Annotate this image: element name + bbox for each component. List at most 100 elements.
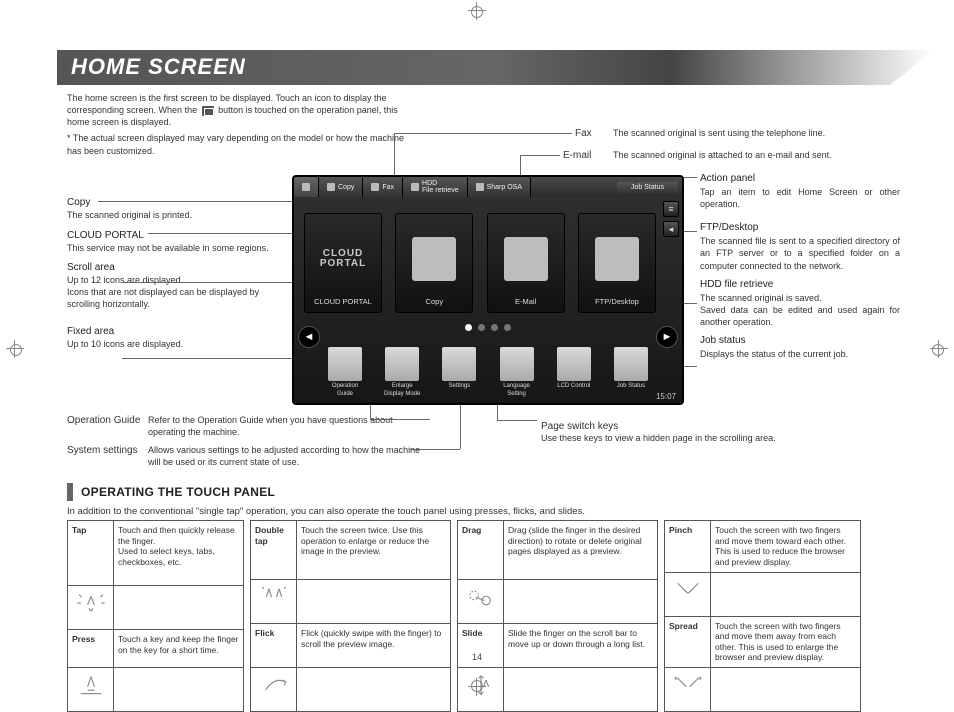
callout-email-title: E-mail <box>563 150 591 161</box>
tab-fax[interactable]: Fax <box>363 177 403 197</box>
callout-copy-desc: The scanned original is printed. <box>67 210 277 222</box>
gesture-name-pinch: Pinch <box>665 521 711 573</box>
page-next-button[interactable]: ► <box>656 326 678 348</box>
job-status-button[interactable]: Job Status <box>617 182 678 193</box>
leader <box>520 155 560 156</box>
dot <box>478 324 485 331</box>
brightness-icon <box>557 347 591 381</box>
leader <box>394 133 395 176</box>
fixed-label: Setting <box>507 391 526 397</box>
callout-email-desc: The scanned original is attached to an e… <box>613 150 832 160</box>
callout-hdd-title: HDD file retrieve <box>700 279 900 290</box>
section-heading: OPERATING THE TOUCH PANEL <box>67 483 275 501</box>
scroll-area: CLOUDPORTAL CLOUD PORTAL Copy E-Mail FTP… <box>304 211 656 315</box>
fixed-enlarge[interactable]: EnlargeDisplay Mode <box>379 347 425 397</box>
callout-fax-title: Fax <box>575 128 592 139</box>
cloud-text: PORTAL <box>320 259 366 269</box>
fixed-settings[interactable]: Settings <box>436 347 482 397</box>
hdd-icon <box>411 183 419 191</box>
page-dots <box>294 323 682 334</box>
fixed-label: LCD Control <box>557 383 590 389</box>
copy-icon <box>327 183 335 191</box>
press-icon <box>74 672 108 700</box>
home-icon <box>202 106 214 116</box>
callout-fixed-title: Fixed area <box>67 326 297 337</box>
callout-psk-title: Page switch keys <box>541 421 618 432</box>
callout-syssettings-title: System settings <box>67 445 138 456</box>
tile-copy[interactable]: Copy <box>395 213 473 313</box>
touch-panel-mockup: Copy Fax HDD File retrieve Sharp OSA Job… <box>292 175 684 405</box>
callout-opguide-title: Operation Guide <box>67 415 140 426</box>
fixed-label: Guide <box>337 391 353 397</box>
doubletap-icon <box>257 584 291 612</box>
tab-label: HDD File retrieve <box>422 180 459 194</box>
tile-label: E-Mail <box>515 297 536 306</box>
action-panel: ≡ ◂ <box>663 201 679 237</box>
fixed-area: Operation Guide EnlargeDisplay Mode Setti… <box>322 341 654 397</box>
tile-label: FTP/Desktop <box>595 297 639 306</box>
gesture-table-2: Double tap Touch the screen twice. Use t… <box>250 520 451 712</box>
dot-active <box>465 324 472 331</box>
callout-scroll-desc: Up to 12 icons are displayed. Icons that… <box>67 275 277 310</box>
fixed-opguide[interactable]: Operation Guide <box>322 347 368 397</box>
tab-label: Sharp OSA <box>487 184 522 191</box>
tab-hdd[interactable]: HDD File retrieve <box>403 177 468 197</box>
dot <box>491 324 498 331</box>
leader <box>122 282 297 283</box>
clock: 15:07 <box>656 392 676 401</box>
leader <box>460 398 461 449</box>
fixed-label: Operation <box>332 383 358 389</box>
page-prev-button[interactable]: ◄ <box>298 326 320 348</box>
tile-email[interactable]: E-Mail <box>487 213 565 313</box>
cloud-text: CLOUD <box>323 249 364 259</box>
callout-scroll-title: Scroll area <box>67 262 297 273</box>
tile-ftp[interactable]: FTP/Desktop <box>578 213 656 313</box>
drag-icon <box>464 584 498 612</box>
gesture-desc-drag: Drag (slide the finger in the desired di… <box>504 521 658 580</box>
callout-fax-desc: The scanned original is sent using the t… <box>613 128 825 138</box>
sharp-icon <box>476 183 484 191</box>
leader <box>497 420 537 421</box>
page-header: HOME SCREEN <box>57 50 934 85</box>
callout-psk-desc: Use these keys to view a hidden page in … <box>541 433 776 443</box>
callout-opguide-desc: Refer to the Operation Guide when you ha… <box>148 415 398 438</box>
tab-copy[interactable]: Copy <box>319 177 363 197</box>
fixed-label: Language <box>503 383 530 389</box>
slide-icon <box>464 672 498 700</box>
copy-icon <box>412 237 456 281</box>
leader <box>394 133 572 134</box>
callout-action-title: Action panel <box>700 173 900 184</box>
fixed-label: Job Status <box>617 383 645 389</box>
page-number: 14 <box>0 652 954 662</box>
action-item[interactable]: ≡ <box>663 201 679 217</box>
intro-text: The home screen is the first screen to b… <box>67 92 407 157</box>
callout-hdd-desc: The scanned original is saved. Saved dat… <box>700 292 900 328</box>
fixed-label: Settings <box>449 383 471 389</box>
gear-icon <box>442 347 476 381</box>
book-icon <box>328 347 362 381</box>
zoom-icon <box>385 347 419 381</box>
callout-cloud-desc: This service may not be available in som… <box>67 243 277 255</box>
gesture-desc-doubletap: Touch the screen twice. Use this operati… <box>297 521 451 580</box>
dot <box>504 324 511 331</box>
tile-cloud-portal[interactable]: CLOUDPORTAL CLOUD PORTAL <box>304 213 382 313</box>
fixed-jobstatus[interactable]: Job Status <box>608 347 654 397</box>
callout-syssettings-desc: Allows various settings to be adjusted a… <box>148 445 428 468</box>
fixed-language[interactable]: Language Setting <box>494 347 540 397</box>
tile-label: CLOUD PORTAL <box>314 297 372 306</box>
action-item[interactable]: ◂ <box>663 221 679 237</box>
tab-home[interactable] <box>294 177 319 197</box>
fax-icon <box>371 183 379 191</box>
gesture-table-4: Pinch Touch the screen with two fingers … <box>664 520 861 712</box>
callout-ftp-title: FTP/Desktop <box>700 222 900 233</box>
status-icon <box>614 347 648 381</box>
fixed-label: Display Mode <box>384 391 420 397</box>
pinch-icon <box>671 577 705 605</box>
email-icon <box>504 237 548 281</box>
ftp-icon <box>595 237 639 281</box>
tab-label: Fax <box>382 184 394 191</box>
touch-intro: In addition to the conventional "single … <box>67 506 585 517</box>
tab-sharposa[interactable]: Sharp OSA <box>468 177 531 197</box>
fixed-lcd[interactable]: LCD Control <box>551 347 597 397</box>
globe-icon <box>500 347 534 381</box>
